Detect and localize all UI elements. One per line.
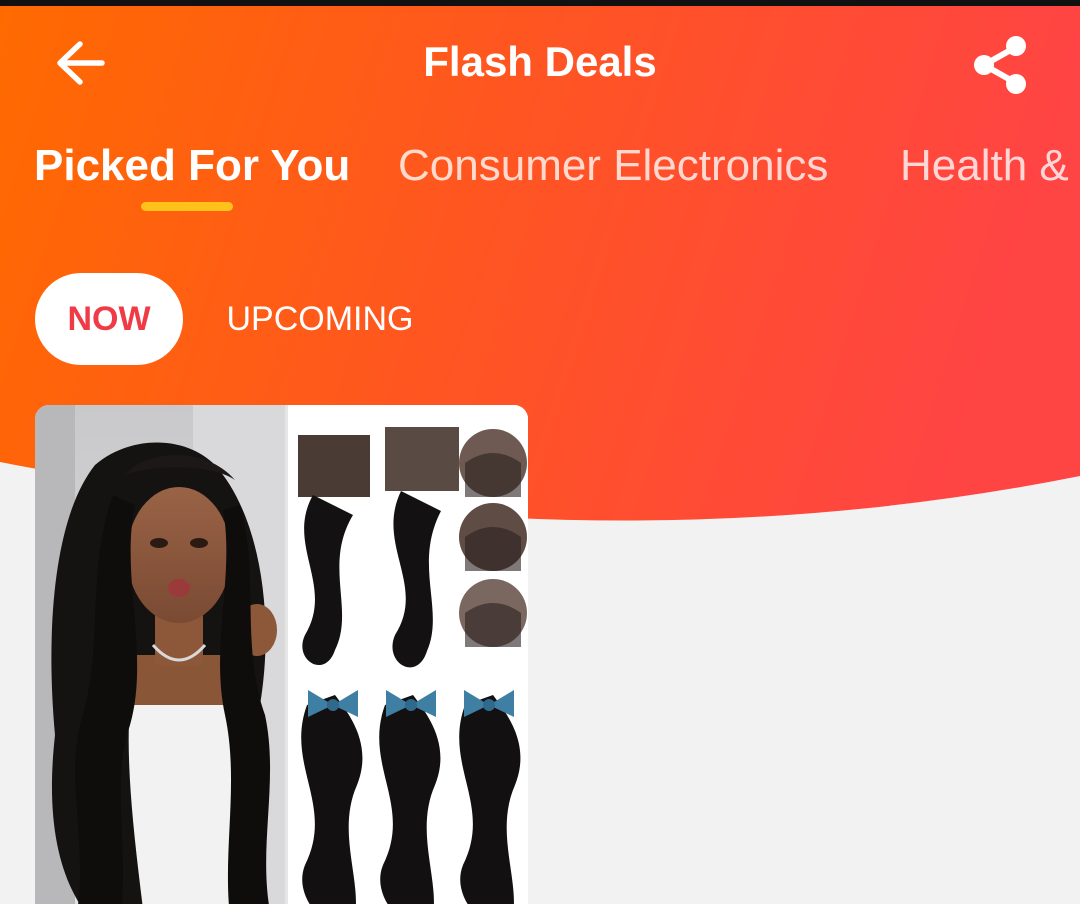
tab-health[interactable]: Health &: [900, 136, 1069, 196]
tab-consumer-electronics[interactable]: Consumer Electronics: [398, 136, 828, 196]
app-header: Flash Deals: [0, 6, 1080, 118]
category-tabs: Picked For You Consumer Electronics Heal…: [0, 136, 1080, 216]
product-card[interactable]: [35, 405, 528, 904]
status-bar-edge: [0, 0, 1080, 6]
now-toggle-button[interactable]: NOW: [35, 273, 183, 365]
share-button[interactable]: [962, 28, 1038, 102]
flash-deals-screen: Flash Deals Picked For You Consumer Elec…: [0, 0, 1080, 904]
page-title: Flash Deals: [423, 38, 657, 85]
tab-active-indicator: [141, 202, 233, 211]
upcoming-toggle-button[interactable]: UPCOMING: [210, 273, 430, 365]
hair-bundles-product-image: [35, 405, 528, 904]
share-icon: [974, 36, 1026, 94]
tab-picked-for-you[interactable]: Picked For You: [34, 136, 350, 196]
